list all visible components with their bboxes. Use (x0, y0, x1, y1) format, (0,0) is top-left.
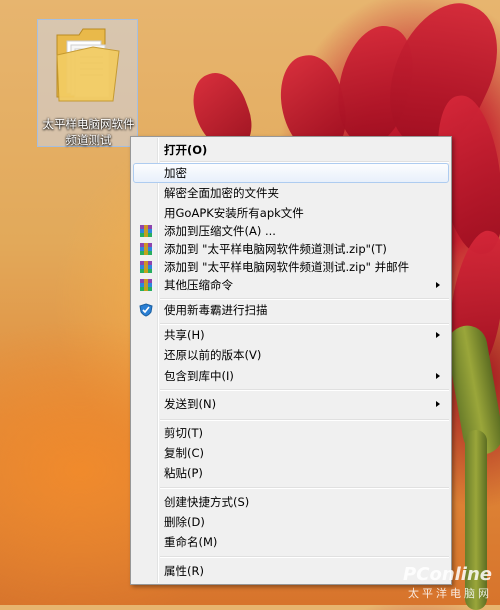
submenu-arrow-icon (436, 282, 440, 288)
menu-item-share[interactable]: 共享(H) (133, 325, 449, 345)
menu-separator (160, 389, 449, 391)
folder-label-line-1: 太平样电脑网软件 (42, 117, 135, 131)
pconline-watermark: PConline 太平洋电脑网 (403, 564, 492, 601)
menu-item-label: 打开(O) (164, 143, 208, 157)
menu-separator (160, 487, 449, 489)
folder-label: 太平样电脑网软件 频道测试 (38, 116, 139, 148)
menu-item-label: 剪切(T) (164, 426, 203, 440)
menu-item-properties[interactable]: 属性(R) (133, 561, 449, 581)
menu-item-label: 包含到库中(I) (164, 369, 234, 383)
menu-item-label: 加密 (164, 166, 187, 180)
context-menu: 打开(O) 加密 解密全面加密的文件夹 用GoAPK安装所有apk文件 添加到压… (130, 136, 452, 585)
menu-item-label: 添加到 "太平样电脑网软件频道测试.zip" 并邮件 (164, 260, 410, 274)
menu-item-label: 添加到 "太平样电脑网软件频道测试.zip"(T) (164, 242, 387, 256)
menu-item-open[interactable]: 打开(O) (133, 140, 449, 160)
menu-item-label: 重命名(M) (164, 535, 218, 549)
menu-item-other-compress-commands[interactable]: 其他压缩命令 (133, 275, 449, 295)
submenu-arrow-icon (436, 373, 440, 379)
watermark-line-2: 太平洋电脑网 (408, 587, 492, 600)
desktop-folder-icon-selected[interactable]: 太平样电脑网软件 频道测试 (37, 19, 138, 147)
menu-separator (160, 556, 449, 558)
menu-item-label: 还原以前的版本(V) (164, 348, 262, 362)
menu-item-add-to-zip-and-email[interactable]: 添加到 "太平样电脑网软件频道测试.zip" 并邮件 (133, 257, 449, 277)
menu-item-encrypt[interactable]: 加密 (133, 163, 449, 183)
menu-item-label: 添加到压缩文件(A) ... (164, 224, 276, 238)
menu-item-paste[interactable]: 粘贴(P) (133, 463, 449, 483)
menu-item-delete[interactable]: 删除(D) (133, 512, 449, 532)
folder-label-line-2: 频道测试 (65, 133, 112, 147)
menu-item-label: 用GoAPK安装所有apk文件 (164, 206, 304, 220)
menu-item-label: 删除(D) (164, 515, 205, 529)
watermark-line-1: PConline (403, 564, 492, 585)
submenu-arrow-icon (436, 332, 440, 338)
menu-item-label: 其他压缩命令 (164, 278, 233, 292)
menu-item-create-shortcut[interactable]: 创建快捷方式(S) (133, 492, 449, 512)
submenu-arrow-icon (436, 401, 440, 407)
menu-item-decrypt-folders[interactable]: 解密全面加密的文件夹 (133, 183, 449, 203)
winrar-icon (140, 279, 152, 291)
menu-item-add-to-archive[interactable]: 添加到压缩文件(A) ... (133, 221, 449, 241)
menu-item-copy[interactable]: 复制(C) (133, 443, 449, 463)
menu-item-restore-previous-versions[interactable]: 还原以前的版本(V) (133, 345, 449, 365)
menu-item-rename[interactable]: 重命名(M) (133, 532, 449, 552)
menu-item-label: 共享(H) (164, 328, 205, 342)
winrar-icon (140, 261, 152, 273)
folder-icon (56, 28, 120, 102)
menu-item-label: 复制(C) (164, 446, 205, 460)
menu-item-duba-scan[interactable]: 使用新毒霸进行扫描 (133, 300, 449, 320)
menu-item-include-in-library[interactable]: 包含到库中(I) (133, 366, 449, 386)
menu-item-label: 发送到(N) (164, 397, 217, 411)
duba-shield-icon (139, 303, 153, 317)
menu-item-send-to[interactable]: 发送到(N) (133, 394, 449, 414)
menu-item-label: 解密全面加密的文件夹 (164, 186, 279, 200)
menu-item-label: 粘贴(P) (164, 466, 203, 480)
menu-item-label: 创建快捷方式(S) (164, 495, 250, 509)
menu-item-cut[interactable]: 剪切(T) (133, 423, 449, 443)
menu-item-label: 属性(R) (164, 564, 204, 578)
winrar-icon (140, 243, 152, 255)
menu-separator (160, 419, 449, 421)
menu-item-add-to-zip[interactable]: 添加到 "太平样电脑网软件频道测试.zip"(T) (133, 239, 449, 259)
menu-item-goapk-install[interactable]: 用GoAPK安装所有apk文件 (133, 203, 449, 223)
winrar-icon (140, 225, 152, 237)
menu-item-label: 使用新毒霸进行扫描 (164, 303, 268, 317)
